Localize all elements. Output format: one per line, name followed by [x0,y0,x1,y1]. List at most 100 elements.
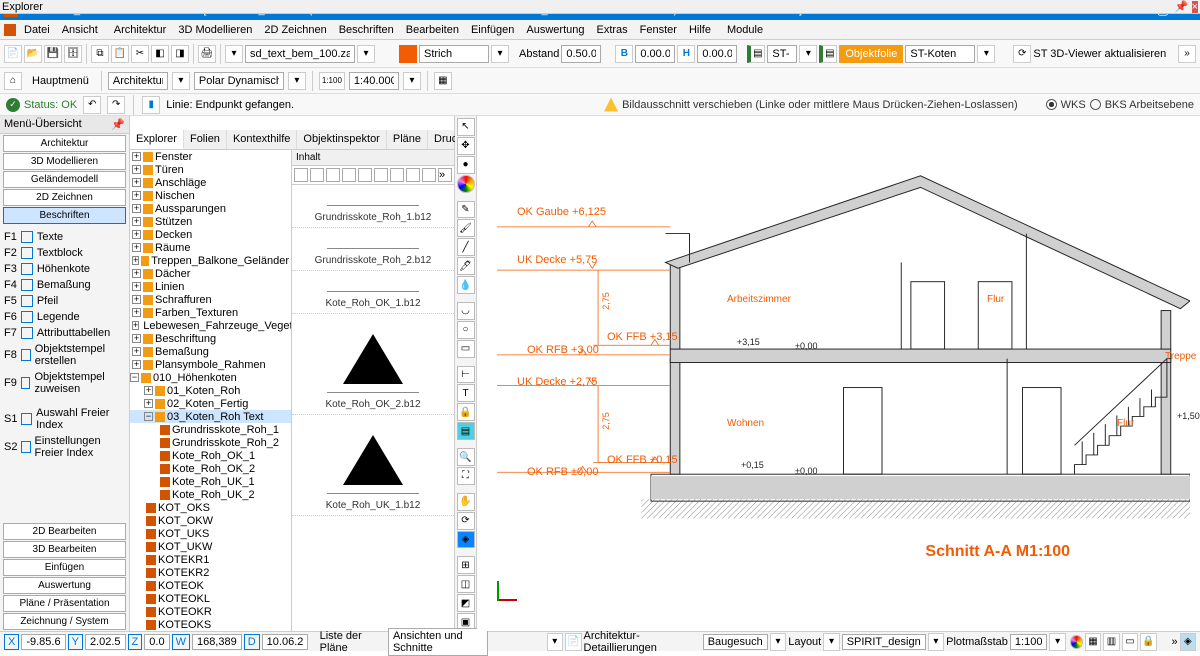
objektfolie-button[interactable]: Objektfolie [839,45,903,63]
navb-pläne---präsentation[interactable]: Pläne / Präsentation [3,595,126,612]
line-tool-icon[interactable]: ╱ [457,238,475,256]
rect-icon[interactable]: ▭ [457,340,475,358]
bb-icon-1[interactable]: ▾ [547,633,563,651]
tree-node[interactable]: +Linien [130,280,291,293]
file-combo[interactable] [245,45,355,63]
menu-extras[interactable]: Extras [590,22,633,38]
menu-fenster[interactable]: Fenster [634,22,683,38]
color-wheel-icon[interactable] [457,175,475,193]
menu-beschriften[interactable]: Beschriften [333,22,400,38]
save-icon[interactable]: 💾 [44,45,62,63]
print-icon[interactable]: 🖨 [198,45,216,63]
tool-a-icon[interactable]: ◧ [151,45,169,63]
saveall-icon[interactable]: 🗄 [64,45,82,63]
brush-icon[interactable]: 🖌 [457,219,475,237]
menu-architektur[interactable]: Architektur [108,22,173,38]
skey-S2[interactable]: S2Einstellungen Freier Index [0,433,129,461]
navb-auswertung[interactable]: Auswertung [3,577,126,594]
tree-node[interactable]: +01_Koten_Roh [130,384,291,397]
view-e-icon[interactable] [390,168,404,182]
preview-item[interactable]: Grundrisskote_Roh_1.b12 [292,185,454,228]
preview-item[interactable]: Grundrisskote_Roh_2.b12 [292,228,454,271]
snap-c-icon[interactable]: ◩ [457,594,475,612]
bb-grid2-icon[interactable]: ▥ [1103,633,1119,651]
view-a-icon[interactable] [326,168,340,182]
bb-icon-2[interactable]: 📄 [565,633,581,651]
tree-node[interactable]: +Decken [130,228,291,241]
grid-icon[interactable]: ▦ [434,72,452,90]
tree-node[interactable]: +Beschriftung [130,332,291,345]
wks-radio[interactable] [1046,99,1057,110]
text-icon[interactable]: T [457,384,475,402]
tree-leaf[interactable]: Grundrisskote_Roh_2 [130,436,291,449]
toolbar-overflow[interactable]: » [1178,45,1196,63]
tree-node-selected[interactable]: −03_Koten_Roh Text [130,410,291,423]
tree-leaf[interactable]: Kote_Roh_UK_1 [130,475,291,488]
cursor-icon[interactable]: ↖ [457,118,475,136]
tree-leaf[interactable]: KOTEKR1 [130,553,291,566]
bb-grid1-icon[interactable]: ▦ [1085,633,1101,651]
nav-3d-modellieren[interactable]: 3D Modellieren [3,153,126,170]
tree-leaf[interactable]: KOTEKR2 [130,566,291,579]
menu-hilfe[interactable]: Hilfe [683,22,717,38]
polar-combo[interactable] [194,72,284,90]
move-icon[interactable]: ✥ [457,137,475,155]
file-dropdown[interactable]: ▾ [357,45,375,63]
abstand-input[interactable] [561,45,601,63]
h-icon[interactable]: H [677,45,695,63]
pencil-icon[interactable]: ✎ [457,201,475,219]
tree-node[interactable]: +Stützen [130,215,291,228]
paste-icon[interactable]: 📋 [111,45,129,63]
zoom-in-icon[interactable]: 🔍 [457,448,475,466]
st-icon[interactable]: ▤ [747,45,765,63]
bb-color-icon[interactable] [1070,635,1083,649]
tree-node[interactable]: +Farben_Texturen [130,306,291,319]
skey-S1[interactable]: S1Auswahl Freier Index [0,405,129,433]
tool-b-icon[interactable]: ◨ [171,45,189,63]
tab-pläne[interactable]: Pläne [387,130,428,149]
fkey-F8[interactable]: F8Objektstempel erstellen [0,341,129,369]
h-input[interactable] [697,45,737,63]
objektfolie-input[interactable] [905,45,975,63]
st-dropdown[interactable]: ▾ [799,45,817,63]
tree-node[interactable]: +Fenster [130,150,291,163]
scale1-label[interactable]: 1:100 [319,72,345,90]
tree-node[interactable]: +Treppen_Balkone_Geländer [130,254,291,267]
viewer-refresh-icon[interactable]: ⟳ [1013,45,1031,63]
snap-b-icon[interactable]: ◫ [457,575,475,593]
tree-node[interactable]: −010_Höhenkoten [130,371,291,384]
tree-node[interactable]: +Aussparungen [130,202,291,215]
tree-leaf[interactable]: Kote_Roh_OK_2 [130,462,291,475]
tree-node[interactable]: +Schraffuren [130,293,291,306]
menu-2d zeichnen[interactable]: 2D Zeichnen [258,22,332,38]
tree-leaf[interactable]: KOTEOKL [130,592,291,605]
open-icon[interactable]: 📂 [24,45,42,63]
objektfolie-dropdown[interactable]: ▾ [977,45,995,63]
tree-node[interactable]: +Bemaßung [130,345,291,358]
b-input[interactable] [635,45,675,63]
tree-leaf[interactable]: KOT_UKS [130,527,291,540]
tree-node[interactable]: +Räume [130,241,291,254]
explorer-close[interactable]: × [1192,1,1198,13]
refresh-icon[interactable]: ⟳ [457,512,475,530]
zoom-fit-icon[interactable]: ⛶ [457,467,475,485]
explorer-pin-icon[interactable]: 📌 [1175,1,1189,13]
tree-node[interactable]: +Nischen [130,189,291,202]
drawing-canvas[interactable]: OK Gaube +6,125UK Decke +5,75OK FFB +3,1… [477,116,1200,631]
nav-geländemodell[interactable]: Geländemodell [3,171,126,188]
navb-2d-bearbeiten[interactable]: 2D Bearbeiten [3,523,126,540]
circle-icon[interactable]: ○ [457,321,475,339]
tab-explorer[interactable]: Explorer [130,130,184,149]
explorer-tree[interactable]: +Fenster+Türen+Anschläge+Nischen+Ausspar… [130,150,292,631]
arc-icon[interactable]: ◡ [457,302,475,320]
preview-item[interactable]: Kote_Roh_UK_1.b12 [292,415,454,516]
tree-leaf[interactable]: Grundrisskote_Roh_1 [130,423,291,436]
view-g-icon[interactable] [422,168,436,182]
menu-3d modellieren[interactable]: 3D Modellieren [172,22,258,38]
tab-objektinspektor[interactable]: Objektinspektor [297,130,386,149]
menu-datei[interactable]: Datei [18,22,56,38]
tree-leaf[interactable]: KOTEOKS [130,618,291,631]
tree-node[interactable]: +Lebewesen_Fahrzeuge_Vegetation [130,319,291,332]
nav-beschriften[interactable]: Beschriften [3,207,126,224]
bks-radio[interactable] [1090,99,1101,110]
